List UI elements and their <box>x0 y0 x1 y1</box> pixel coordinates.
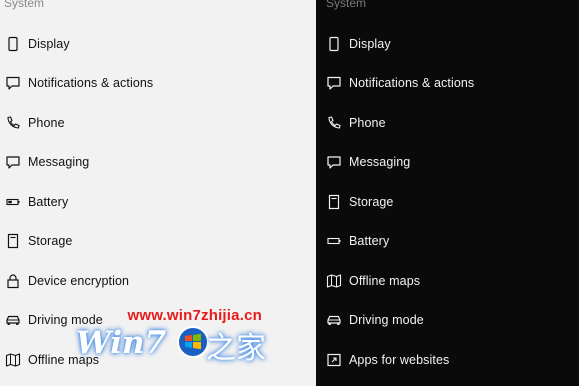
battery-icon <box>5 194 21 210</box>
settings-item-driving-mode[interactable]: Driving mode <box>316 301 579 341</box>
storage-icon <box>5 233 21 249</box>
settings-item-label: Battery <box>28 194 69 209</box>
section-header: System <box>326 0 367 10</box>
chat-icon <box>326 154 342 170</box>
handset-icon <box>326 115 342 131</box>
settings-item-label: Driving mode <box>28 313 103 328</box>
settings-item-display[interactable]: Display <box>0 24 316 64</box>
light-settings-panel: System Display Notifications & actions P… <box>0 0 316 386</box>
settings-item-label: Driving mode <box>349 313 424 328</box>
settings-item-device-encryption[interactable]: Device encryption <box>0 261 316 301</box>
settings-item-phone[interactable]: Phone <box>316 103 579 143</box>
settings-item-battery[interactable]: Battery <box>0 182 316 222</box>
settings-item-offline-maps[interactable]: Offline maps <box>0 340 316 380</box>
settings-item-driving-mode[interactable]: Driving mode <box>0 301 316 341</box>
settings-item-notifications[interactable]: Notifications & actions <box>316 64 579 104</box>
settings-item-apps-for-websites[interactable]: Apps for websites <box>316 340 579 380</box>
settings-item-label: Display <box>349 36 391 51</box>
message-icon <box>5 75 21 91</box>
map-icon <box>326 273 342 289</box>
settings-item-messaging[interactable]: Messaging <box>316 143 579 183</box>
battery-icon <box>326 233 342 249</box>
settings-item-label: Phone <box>28 115 65 130</box>
settings-list: Display Notifications & actions Phone Me… <box>316 24 579 380</box>
dark-settings-panel: System Display Notifications & actions P… <box>316 0 579 386</box>
settings-item-display[interactable]: Display <box>316 24 579 64</box>
settings-item-label: Storage <box>349 194 394 209</box>
settings-item-offline-maps[interactable]: Offline maps <box>316 261 579 301</box>
settings-item-label: Messaging <box>28 155 90 170</box>
settings-item-label: Notifications & actions <box>28 76 154 91</box>
settings-list: Display Notifications & actions Phone Me… <box>0 24 316 380</box>
chat-icon <box>5 154 21 170</box>
settings-item-label: Notifications & actions <box>349 76 475 91</box>
apps-icon <box>326 352 342 368</box>
settings-item-battery[interactable]: Battery <box>316 222 579 262</box>
settings-item-label: Offline maps <box>28 352 100 367</box>
settings-item-label: Device encryption <box>28 273 130 288</box>
settings-item-label: Offline maps <box>349 273 421 288</box>
map-icon <box>5 352 21 368</box>
settings-item-messaging[interactable]: Messaging <box>0 143 316 183</box>
settings-item-label: Display <box>28 36 70 51</box>
settings-item-notifications[interactable]: Notifications & actions <box>0 64 316 104</box>
settings-item-phone[interactable]: Phone <box>0 103 316 143</box>
settings-item-storage[interactable]: Storage <box>0 222 316 262</box>
settings-item-label: Battery <box>349 234 390 249</box>
settings-item-storage[interactable]: Storage <box>316 182 579 222</box>
lock-icon <box>5 273 21 289</box>
phone-icon <box>5 36 21 52</box>
settings-item-label: Messaging <box>349 155 411 170</box>
handset-icon <box>5 115 21 131</box>
settings-item-label: Storage <box>28 234 73 249</box>
car-icon <box>326 312 342 328</box>
message-icon <box>326 75 342 91</box>
car-icon <box>5 312 21 328</box>
settings-item-label: Phone <box>349 115 386 130</box>
settings-item-label: Apps for websites <box>349 352 450 367</box>
phone-icon <box>326 36 342 52</box>
section-header: System <box>4 0 45 10</box>
storage-icon <box>326 194 342 210</box>
